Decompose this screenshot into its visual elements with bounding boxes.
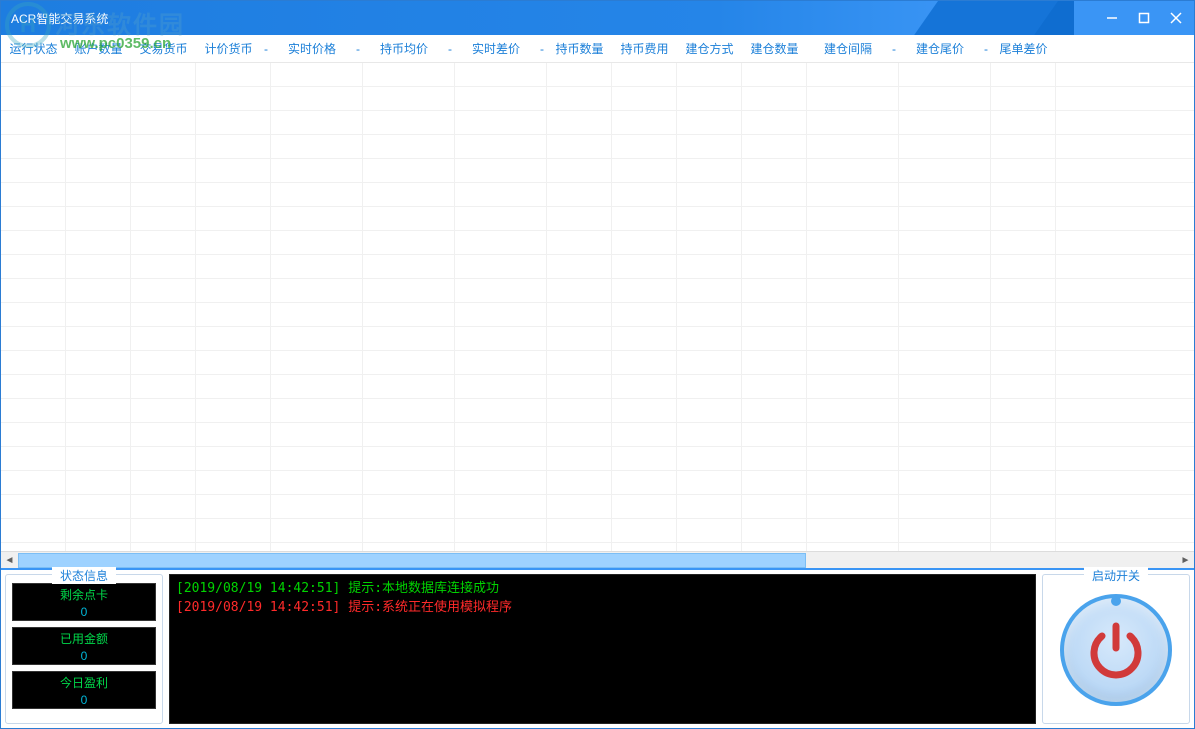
- column-header[interactable]: 尾单差价: [991, 40, 1056, 57]
- status-panel-title: 状态信息: [52, 567, 116, 584]
- column-separator: -: [261, 42, 271, 56]
- column-separator: -: [981, 42, 991, 56]
- table-row[interactable]: [1, 63, 1194, 87]
- log-panel[interactable]: [2019/08/19 14:42:51] 提示:本地数据库连接成功[2019/…: [169, 574, 1036, 724]
- table-row[interactable]: [1, 159, 1194, 183]
- table-row[interactable]: [1, 495, 1194, 519]
- table-row[interactable]: [1, 375, 1194, 399]
- table-row[interactable]: [1, 423, 1194, 447]
- stat-used-amount: 已用金额 0: [12, 627, 156, 665]
- stat-value: 0: [81, 605, 88, 619]
- minimize-icon: [1106, 12, 1118, 24]
- table-body[interactable]: [1, 63, 1194, 551]
- log-line: [2019/08/19 14:42:51] 提示:本地数据库连接成功: [176, 579, 1029, 598]
- column-header[interactable]: 建仓方式: [677, 40, 742, 57]
- table-row[interactable]: [1, 183, 1194, 207]
- table-row[interactable]: [1, 279, 1194, 303]
- column-separator: -: [353, 42, 363, 56]
- column-header[interactable]: 交易货币: [131, 40, 196, 57]
- log-line: [2019/08/19 14:42:51] 提示:系统正在使用模拟程序: [176, 598, 1029, 617]
- column-header[interactable]: 实时差价: [455, 40, 537, 57]
- column-header[interactable]: 持币费用: [612, 40, 677, 57]
- maximize-icon: [1138, 12, 1150, 24]
- column-header[interactable]: 运行状态: [1, 40, 66, 57]
- column-header[interactable]: 持币均价: [363, 40, 445, 57]
- column-header[interactable]: 账户数量: [66, 40, 131, 57]
- stat-today-profit: 今日盈利 0: [12, 671, 156, 709]
- titlebar-decoration: [874, 1, 1074, 35]
- horizontal-scrollbar[interactable]: ◄ ►: [1, 551, 1194, 568]
- power-notch: [1111, 596, 1121, 606]
- stat-value: 0: [81, 649, 88, 663]
- stat-remaining-points: 剩余点卡 0: [12, 583, 156, 621]
- table-row[interactable]: [1, 519, 1194, 543]
- scroll-thumb[interactable]: [18, 553, 806, 568]
- column-header[interactable]: 建仓数量: [742, 40, 807, 57]
- table-row[interactable]: [1, 351, 1194, 375]
- window-title: ACR智能交易系统: [11, 10, 108, 27]
- scroll-left-button[interactable]: ◄: [1, 552, 18, 569]
- column-header[interactable]: 建仓尾价: [899, 40, 981, 57]
- table-row[interactable]: [1, 255, 1194, 279]
- column-header[interactable]: 计价货币: [196, 40, 261, 57]
- stat-value: 0: [81, 693, 88, 707]
- titlebar[interactable]: ACR智能交易系统: [1, 1, 1194, 35]
- table-row[interactable]: [1, 471, 1194, 495]
- column-separator: -: [445, 42, 455, 56]
- close-icon: [1170, 12, 1182, 24]
- close-button[interactable]: [1164, 6, 1188, 30]
- table-row[interactable]: [1, 447, 1194, 471]
- power-icon: [1084, 618, 1148, 682]
- table-row[interactable]: [1, 207, 1194, 231]
- table-row[interactable]: [1, 135, 1194, 159]
- stat-label: 已用金额: [60, 630, 108, 647]
- bottom-bar: 状态信息 剩余点卡 0 已用金额 0 今日盈利 0 [2019/08/19 14…: [1, 568, 1194, 728]
- table-row[interactable]: [1, 111, 1194, 135]
- table-row[interactable]: [1, 543, 1194, 551]
- column-header[interactable]: 建仓间隔: [807, 40, 889, 57]
- column-header[interactable]: 实时价格: [271, 40, 353, 57]
- table-row[interactable]: [1, 399, 1194, 423]
- column-separator: -: [537, 42, 547, 56]
- table-row[interactable]: [1, 327, 1194, 351]
- column-header[interactable]: 持币数量: [547, 40, 612, 57]
- power-panel: 启动开关: [1042, 574, 1190, 724]
- stat-label: 剩余点卡: [60, 586, 108, 603]
- scroll-right-button[interactable]: ►: [1177, 552, 1194, 569]
- power-panel-title: 启动开关: [1084, 567, 1148, 584]
- table-header: 运行状态账户数量交易货币计价货币-实时价格-持币均价-实时差价-持币数量持币费用…: [1, 35, 1194, 63]
- table-row[interactable]: [1, 231, 1194, 255]
- table-row[interactable]: [1, 303, 1194, 327]
- column-separator: -: [889, 42, 899, 56]
- status-panel: 状态信息 剩余点卡 0 已用金额 0 今日盈利 0: [5, 574, 163, 724]
- power-button[interactable]: [1060, 594, 1172, 706]
- window-controls: [1100, 1, 1188, 35]
- app-window: ACR智能交易系统 H 河东软件园 www.pc0359.cn 运行状态账户数量…: [0, 0, 1195, 729]
- stat-label: 今日盈利: [60, 674, 108, 691]
- minimize-button[interactable]: [1100, 6, 1124, 30]
- maximize-button[interactable]: [1132, 6, 1156, 30]
- table-row[interactable]: [1, 87, 1194, 111]
